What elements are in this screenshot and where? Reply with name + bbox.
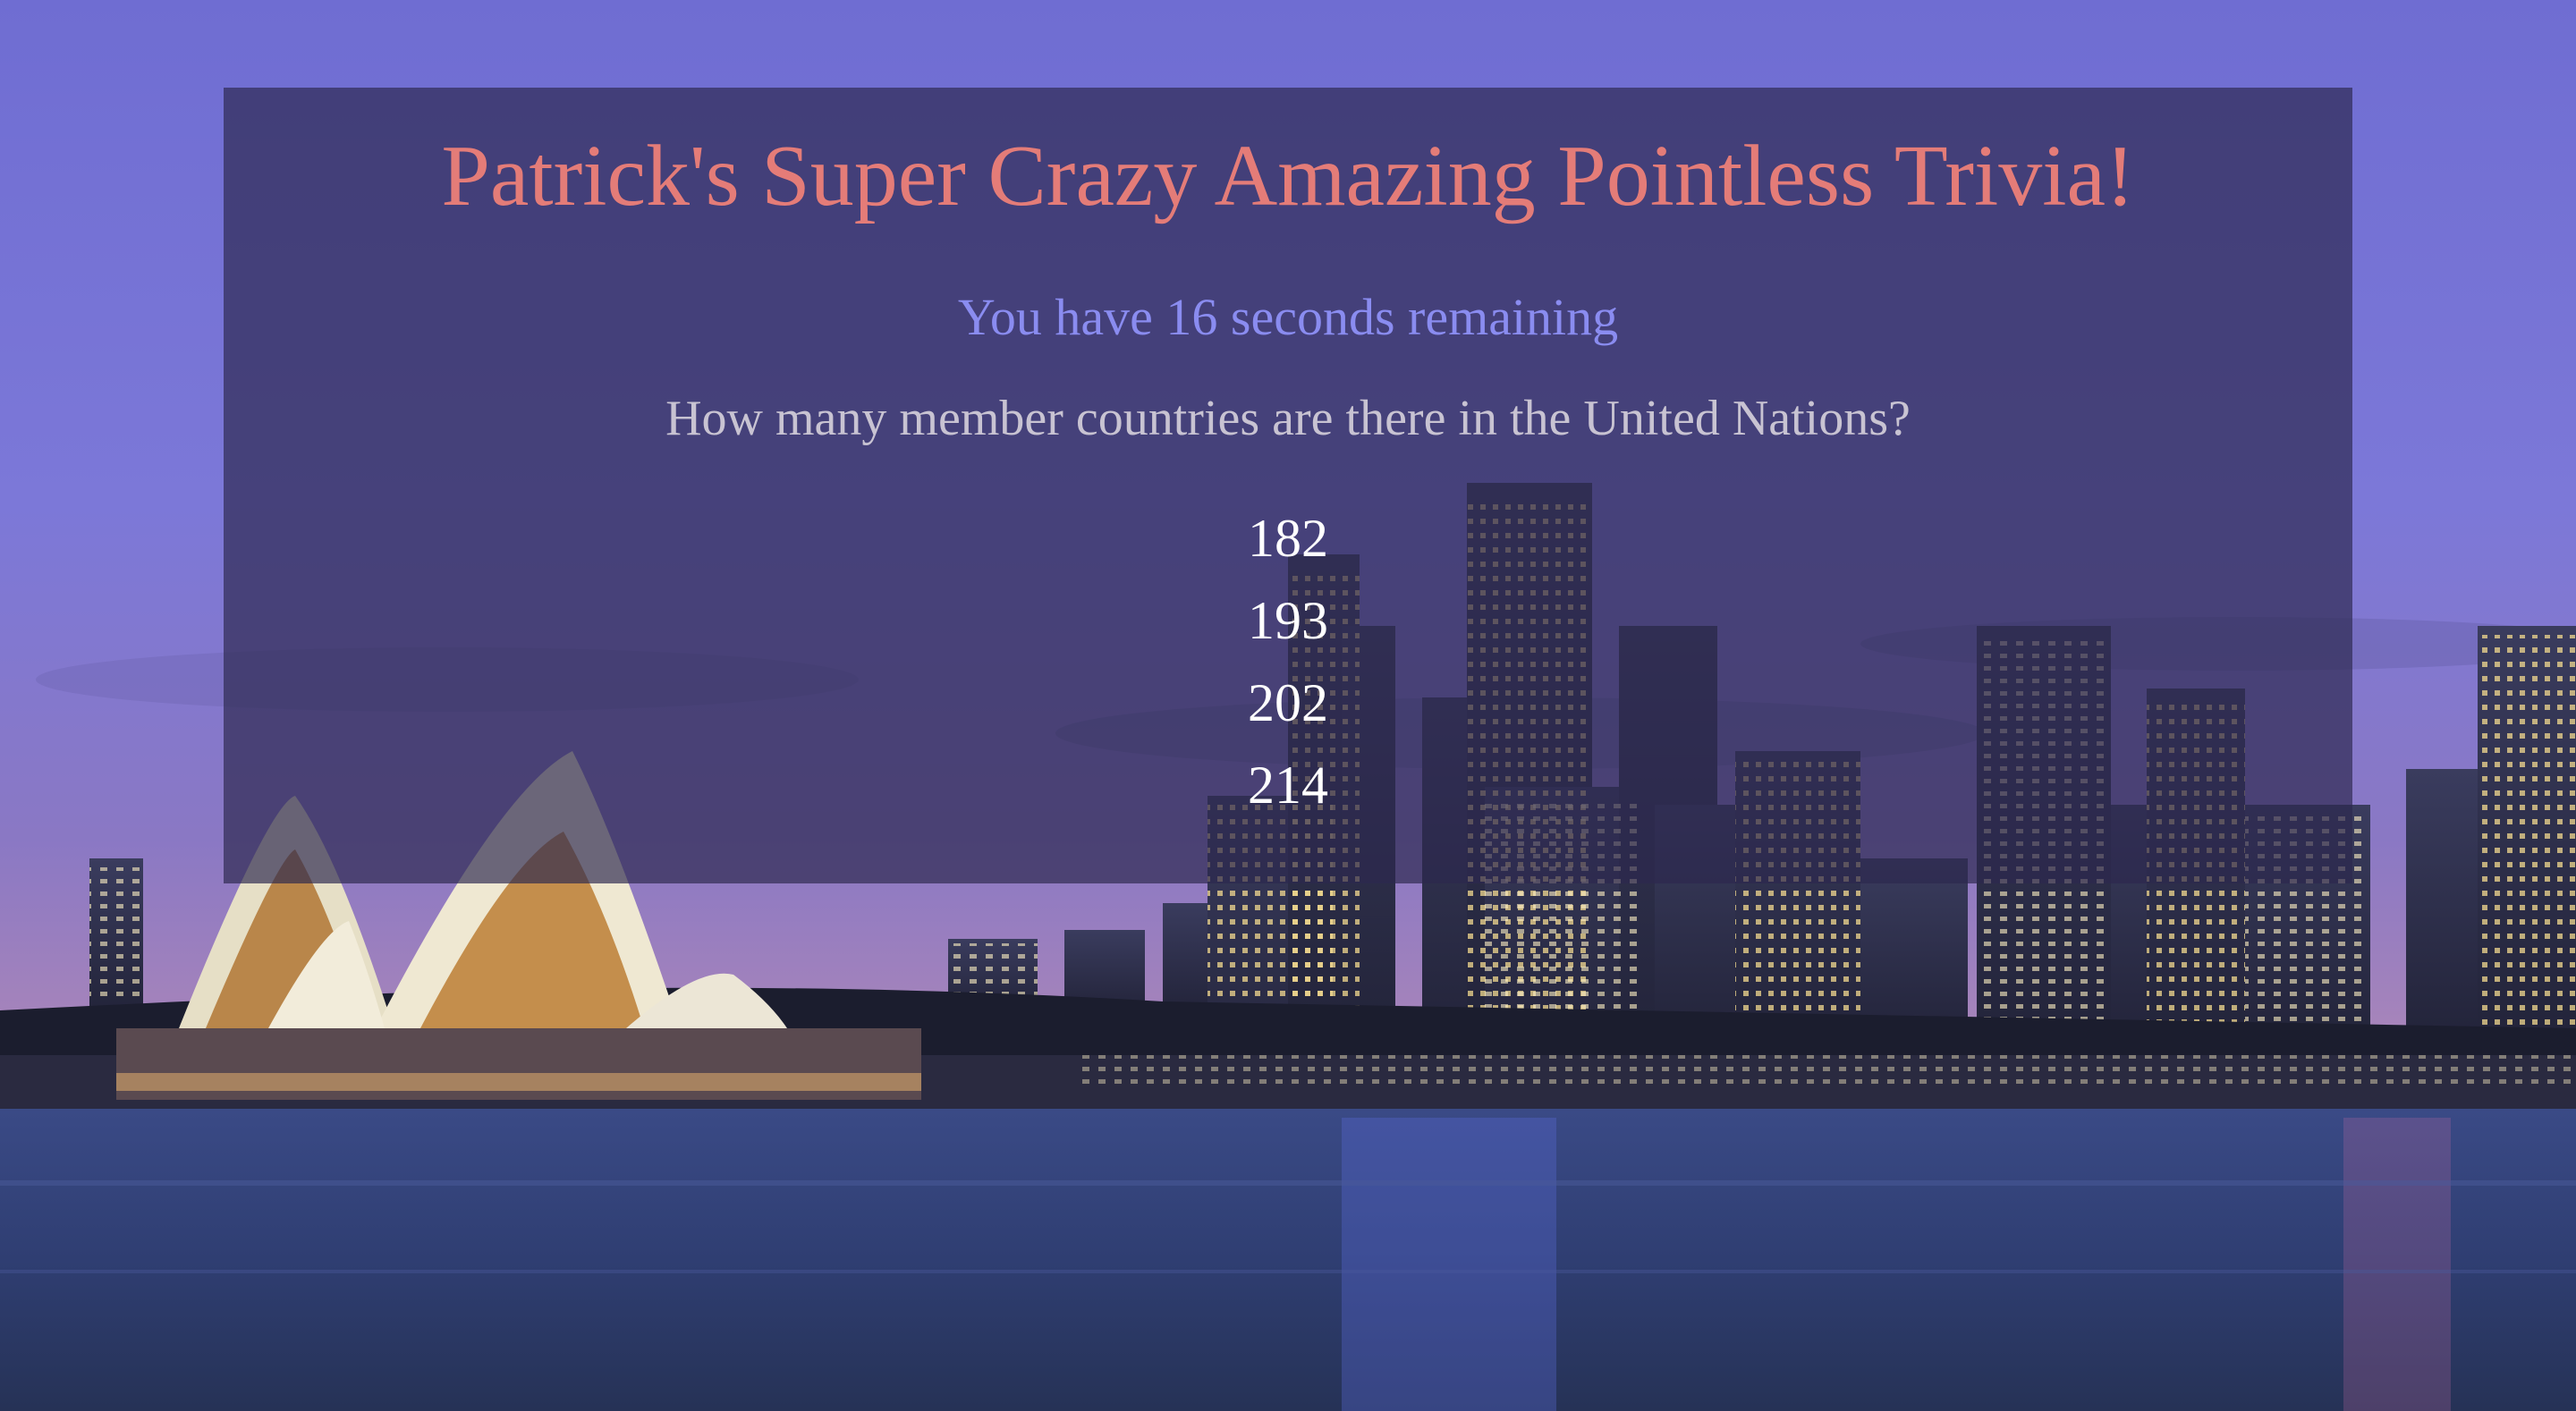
answer-option-3[interactable]: 202	[1248, 673, 1328, 732]
answer-option-4[interactable]: 214	[1248, 756, 1328, 815]
timer-prefix: You have	[957, 288, 1153, 346]
answer-option-2[interactable]: 193	[1248, 591, 1328, 650]
answer-option-1[interactable]: 182	[1248, 509, 1328, 568]
countdown-timer: You have 16 seconds remaining	[0, 291, 2576, 343]
answer-list: 182 193 202 214	[0, 511, 2576, 841]
page-title: Patrick's Super Crazy Amazing Pointless …	[441, 128, 2135, 224]
answer-option: 193	[0, 594, 2576, 676]
timer-seconds: 16	[1165, 288, 1218, 346]
answer-option: 182	[0, 511, 2576, 594]
answer-option: 202	[0, 676, 2576, 758]
question-text: How many member countries are there in t…	[665, 391, 1911, 446]
timer-suffix: seconds remaining	[1230, 288, 1619, 346]
answer-option: 214	[0, 758, 2576, 841]
